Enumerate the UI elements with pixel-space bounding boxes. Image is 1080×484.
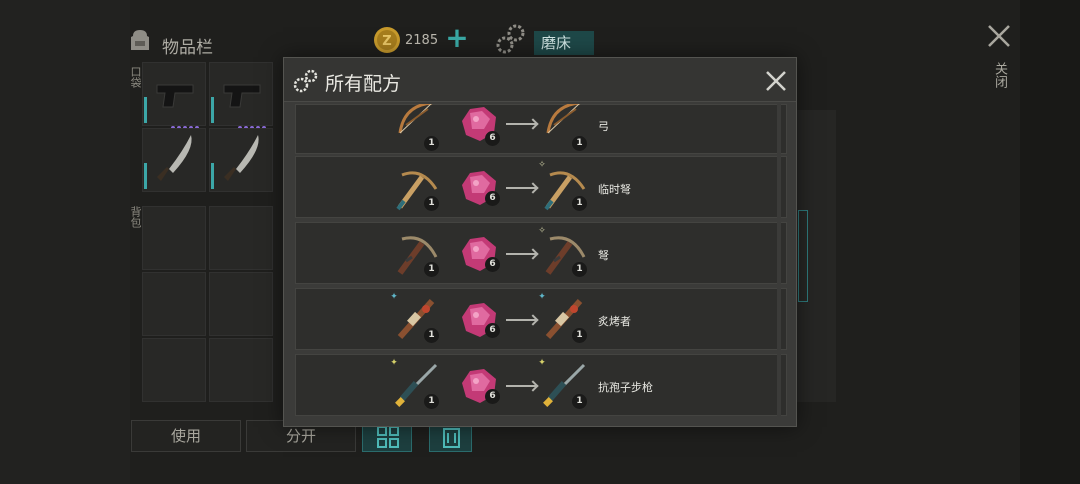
output-quantity: 1 bbox=[572, 136, 587, 151]
backpack-label: 背包 bbox=[129, 206, 142, 228]
recipe-name: 弓 bbox=[598, 120, 609, 133]
gear-icon bbox=[293, 69, 318, 93]
recipe-name: 临时弩 bbox=[598, 183, 631, 196]
arrow-icon bbox=[506, 385, 536, 387]
list-item[interactable]: 1 6 1 弓 bbox=[295, 104, 787, 154]
output-quantity: 1 bbox=[572, 262, 587, 277]
recipe-name: 弩 bbox=[598, 249, 609, 262]
output-quantity: 1 bbox=[572, 196, 587, 211]
recipe-list[interactable]: 1 6 1 弓 1 6 ✧ 1 临时弩 1 6 ✧ 1 弩 ✦ 1 6 ✦ 1 … bbox=[295, 104, 787, 420]
inventory-slot-blade-2[interactable] bbox=[209, 128, 273, 192]
recipe-name: 炙烤者 bbox=[598, 315, 631, 328]
close-icon[interactable] bbox=[765, 70, 787, 92]
inventory-slot-blade-1[interactable] bbox=[142, 128, 206, 192]
input-quantity: 1 bbox=[424, 394, 439, 409]
output-quantity: 1 bbox=[572, 328, 587, 343]
all-recipes-dialog: 所有配方 1 6 1 弓 1 6 ✧ 1 临时弩 1 6 ✧ 1 弩 ✦ 1 6… bbox=[283, 57, 797, 427]
material-quantity: 6 bbox=[485, 191, 500, 206]
background-left bbox=[0, 0, 130, 484]
list-item[interactable]: ✦ 1 6 ✦ bbox=[295, 354, 787, 416]
machete-icon bbox=[157, 135, 192, 181]
arrow-icon bbox=[506, 187, 536, 189]
machete-icon bbox=[224, 135, 259, 181]
inventory-title: 物品栏 bbox=[162, 38, 213, 58]
input-quantity: 1 bbox=[424, 196, 439, 211]
backpack-icon bbox=[131, 30, 149, 50]
backpack-slot[interactable] bbox=[142, 206, 206, 270]
backpack-slot[interactable] bbox=[142, 272, 206, 336]
input-quantity: 1 bbox=[424, 136, 439, 151]
material-quantity: 6 bbox=[485, 323, 500, 338]
material-quantity: 6 bbox=[485, 257, 500, 272]
pocket-label: 口袋 bbox=[129, 66, 142, 88]
backpack-slot[interactable] bbox=[142, 338, 206, 402]
tab-grinder[interactable]: 磨床 bbox=[534, 31, 594, 55]
list-item[interactable]: 1 6 ✧ 1 临时弩 bbox=[295, 156, 787, 218]
list-item[interactable]: 1 6 ✧ 1 弩 bbox=[295, 222, 787, 284]
coin-icon: Z bbox=[374, 27, 400, 53]
material-quantity: 6 bbox=[485, 389, 500, 404]
use-button[interactable]: 使用 bbox=[131, 420, 241, 452]
input-quantity: 1 bbox=[424, 328, 439, 343]
output-quantity: 1 bbox=[572, 394, 587, 409]
scrollbar[interactable] bbox=[777, 104, 781, 420]
backpack-slot[interactable] bbox=[209, 338, 273, 402]
recipe-name: 抗孢子步枪 bbox=[598, 381, 653, 394]
backpack-slot[interactable] bbox=[209, 272, 273, 336]
close-label[interactable]: 关闭 bbox=[990, 62, 1009, 88]
inventory-slot-pistol-2[interactable] bbox=[209, 62, 273, 130]
background-right bbox=[1020, 0, 1080, 484]
dialog-header: 所有配方 bbox=[284, 58, 796, 102]
material-quantity: 6 bbox=[485, 131, 500, 146]
coin-count: 2185 bbox=[405, 33, 439, 48]
close-icon[interactable] bbox=[985, 22, 1013, 50]
svg-text:Z: Z bbox=[382, 34, 391, 49]
scroll-accent bbox=[798, 210, 808, 302]
arrow-icon bbox=[506, 319, 536, 321]
gear-icon[interactable] bbox=[494, 22, 528, 56]
dialog-title: 所有配方 bbox=[325, 73, 402, 95]
input-quantity: 1 bbox=[424, 262, 439, 277]
arrow-icon bbox=[506, 253, 536, 255]
backpack-slot[interactable] bbox=[209, 206, 273, 270]
add-currency-button[interactable]: + bbox=[444, 24, 470, 52]
arrow-icon bbox=[506, 123, 536, 125]
list-item[interactable]: ✦ 1 6 ✦ bbox=[295, 288, 787, 350]
inventory-slot-pistol-1[interactable] bbox=[142, 62, 206, 130]
